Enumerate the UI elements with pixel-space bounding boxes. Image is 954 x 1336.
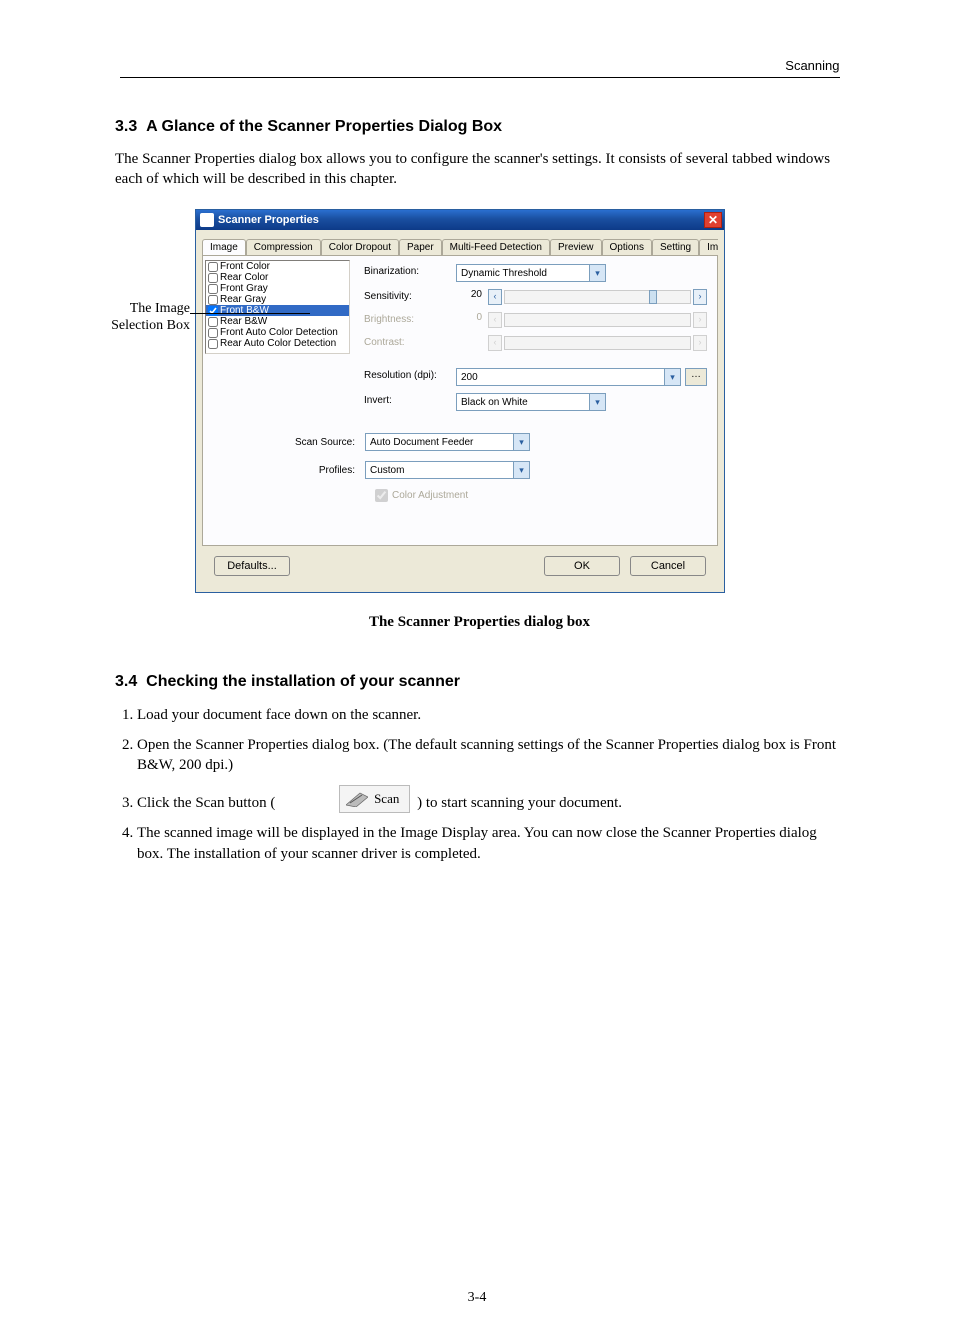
color-adjustment-checkbox [375,489,388,502]
list-item-selected: Front B&W [206,305,349,316]
label-profiles: Profiles: [207,465,365,476]
slider-right-icon: › [693,312,707,328]
list-item: Rear Color [206,272,349,283]
brightness-value: 0 [456,312,486,328]
chevron-down-icon[interactable]: ▾ [664,369,680,385]
binarization-select[interactable]: Dynamic Threshold ▾ [456,264,606,282]
scan-source-select[interactable]: Auto Document Feeder ▾ [365,433,530,451]
label-brightness: Brightness: [364,312,448,328]
brightness-slider: 0 ‹ › [456,312,707,328]
profiles-select[interactable]: Custom ▾ [365,461,530,479]
label-resolution: Resolution (dpi): [364,368,448,386]
slider-left-icon[interactable]: ‹ [488,289,502,305]
list-item: Front Gray [206,283,349,294]
checkbox-rear-gray[interactable] [208,295,218,305]
section2-heading: 3.4 Checking the installation of your sc… [115,673,844,691]
resolution-more-button[interactable]: … [685,368,707,386]
step-2: Open the Scanner Properties dialog box. … [137,735,844,776]
label-scan-source: Scan Source: [207,437,365,448]
running-title: Scanning [785,58,839,73]
cancel-button[interactable]: Cancel [630,556,706,576]
step-1: Load your document face down on the scan… [137,705,844,725]
list-item: Front Color [206,261,349,272]
contrast-value [456,335,486,351]
chevron-down-icon[interactable]: ▾ [513,434,529,450]
titlebar: Scanner Properties ✕ [196,210,724,230]
contrast-slider: ‹ › [456,335,707,351]
tab-imprinter[interactable]: Imprinter [699,239,718,255]
step-3: Click the Scan button ( Scan ) to start … [137,785,844,813]
app-icon [200,213,214,227]
checkbox-front-auto[interactable] [208,328,218,338]
slider-track [504,313,691,327]
label-contrast: Contrast: [364,335,448,351]
checkbox-front-color[interactable] [208,262,218,272]
figure-caption: The Scanner Properties dialog box [115,613,844,633]
tab-preview[interactable]: Preview [550,239,602,255]
resolution-select[interactable]: 200 ▾ [456,368,681,386]
scan-button-graphic: Scan [339,785,410,813]
chevron-down-icon[interactable]: ▾ [589,265,605,281]
steps-list: Load your document face down on the scan… [115,705,844,864]
checkbox-rear-auto[interactable] [208,339,218,349]
scanner-properties-dialog: Scanner Properties ✕ Image Compression C… [195,209,725,593]
close-button[interactable]: ✕ [704,212,722,228]
slider-right-icon[interactable]: › [693,289,707,305]
list-item: Front Auto Color Detection [206,327,349,338]
image-selection-list[interactable]: Front Color Rear Color Front Gray Rear G… [205,260,350,354]
list-item: Rear B&W [206,316,349,327]
tab-color-dropout[interactable]: Color Dropout [321,239,399,255]
label-sensitivity: Sensitivity: [364,289,448,305]
tab-options[interactable]: Options [602,239,652,255]
scanner-icon [346,791,368,807]
slider-right-icon: › [693,335,707,351]
chevron-down-icon[interactable]: ▾ [589,394,605,410]
checkbox-rear-color[interactable] [208,273,218,283]
tab-compression[interactable]: Compression [246,239,321,255]
step-4: The scanned image will be displayed in t… [137,823,844,864]
color-adjustment-checkbox-row: Color Adjustment [375,489,707,502]
callout-label: The ImageSelection Box [95,301,190,335]
intro-paragraph: The Scanner Properties dialog box allows… [115,150,844,189]
section-heading: 3.3 A Glance of the Scanner Properties D… [115,118,844,136]
callout-line [190,313,310,314]
slider-track[interactable] [504,290,691,304]
ok-button[interactable]: OK [544,556,620,576]
slider-left-icon: ‹ [488,335,502,351]
sensitivity-slider[interactable]: 20 ‹ › [456,289,707,305]
tab-setting[interactable]: Setting [652,239,699,255]
slider-track [504,336,691,350]
chevron-down-icon[interactable]: ▾ [513,462,529,478]
checkbox-front-bw[interactable] [208,306,218,316]
label-invert: Invert: [364,393,448,411]
page-number: 3-4 [0,1290,954,1306]
window-title: Scanner Properties [218,214,704,226]
defaults-button[interactable]: Defaults... [214,556,290,576]
list-item: Rear Auto Color Detection [206,338,349,349]
checkbox-front-gray[interactable] [208,284,218,294]
tab-paper[interactable]: Paper [399,239,442,255]
slider-left-icon: ‹ [488,312,502,328]
checkbox-rear-bw[interactable] [208,317,218,327]
list-item: Rear Gray [206,294,349,305]
tab-strip: Image Compression Color Dropout Paper Mu… [202,236,718,256]
tab-multifeed[interactable]: Multi-Feed Detection [442,239,550,255]
tab-image[interactable]: Image [202,239,246,256]
label-binarization: Binarization: [364,264,448,282]
invert-select[interactable]: Black on White ▾ [456,393,606,411]
sensitivity-value: 20 [456,289,486,305]
